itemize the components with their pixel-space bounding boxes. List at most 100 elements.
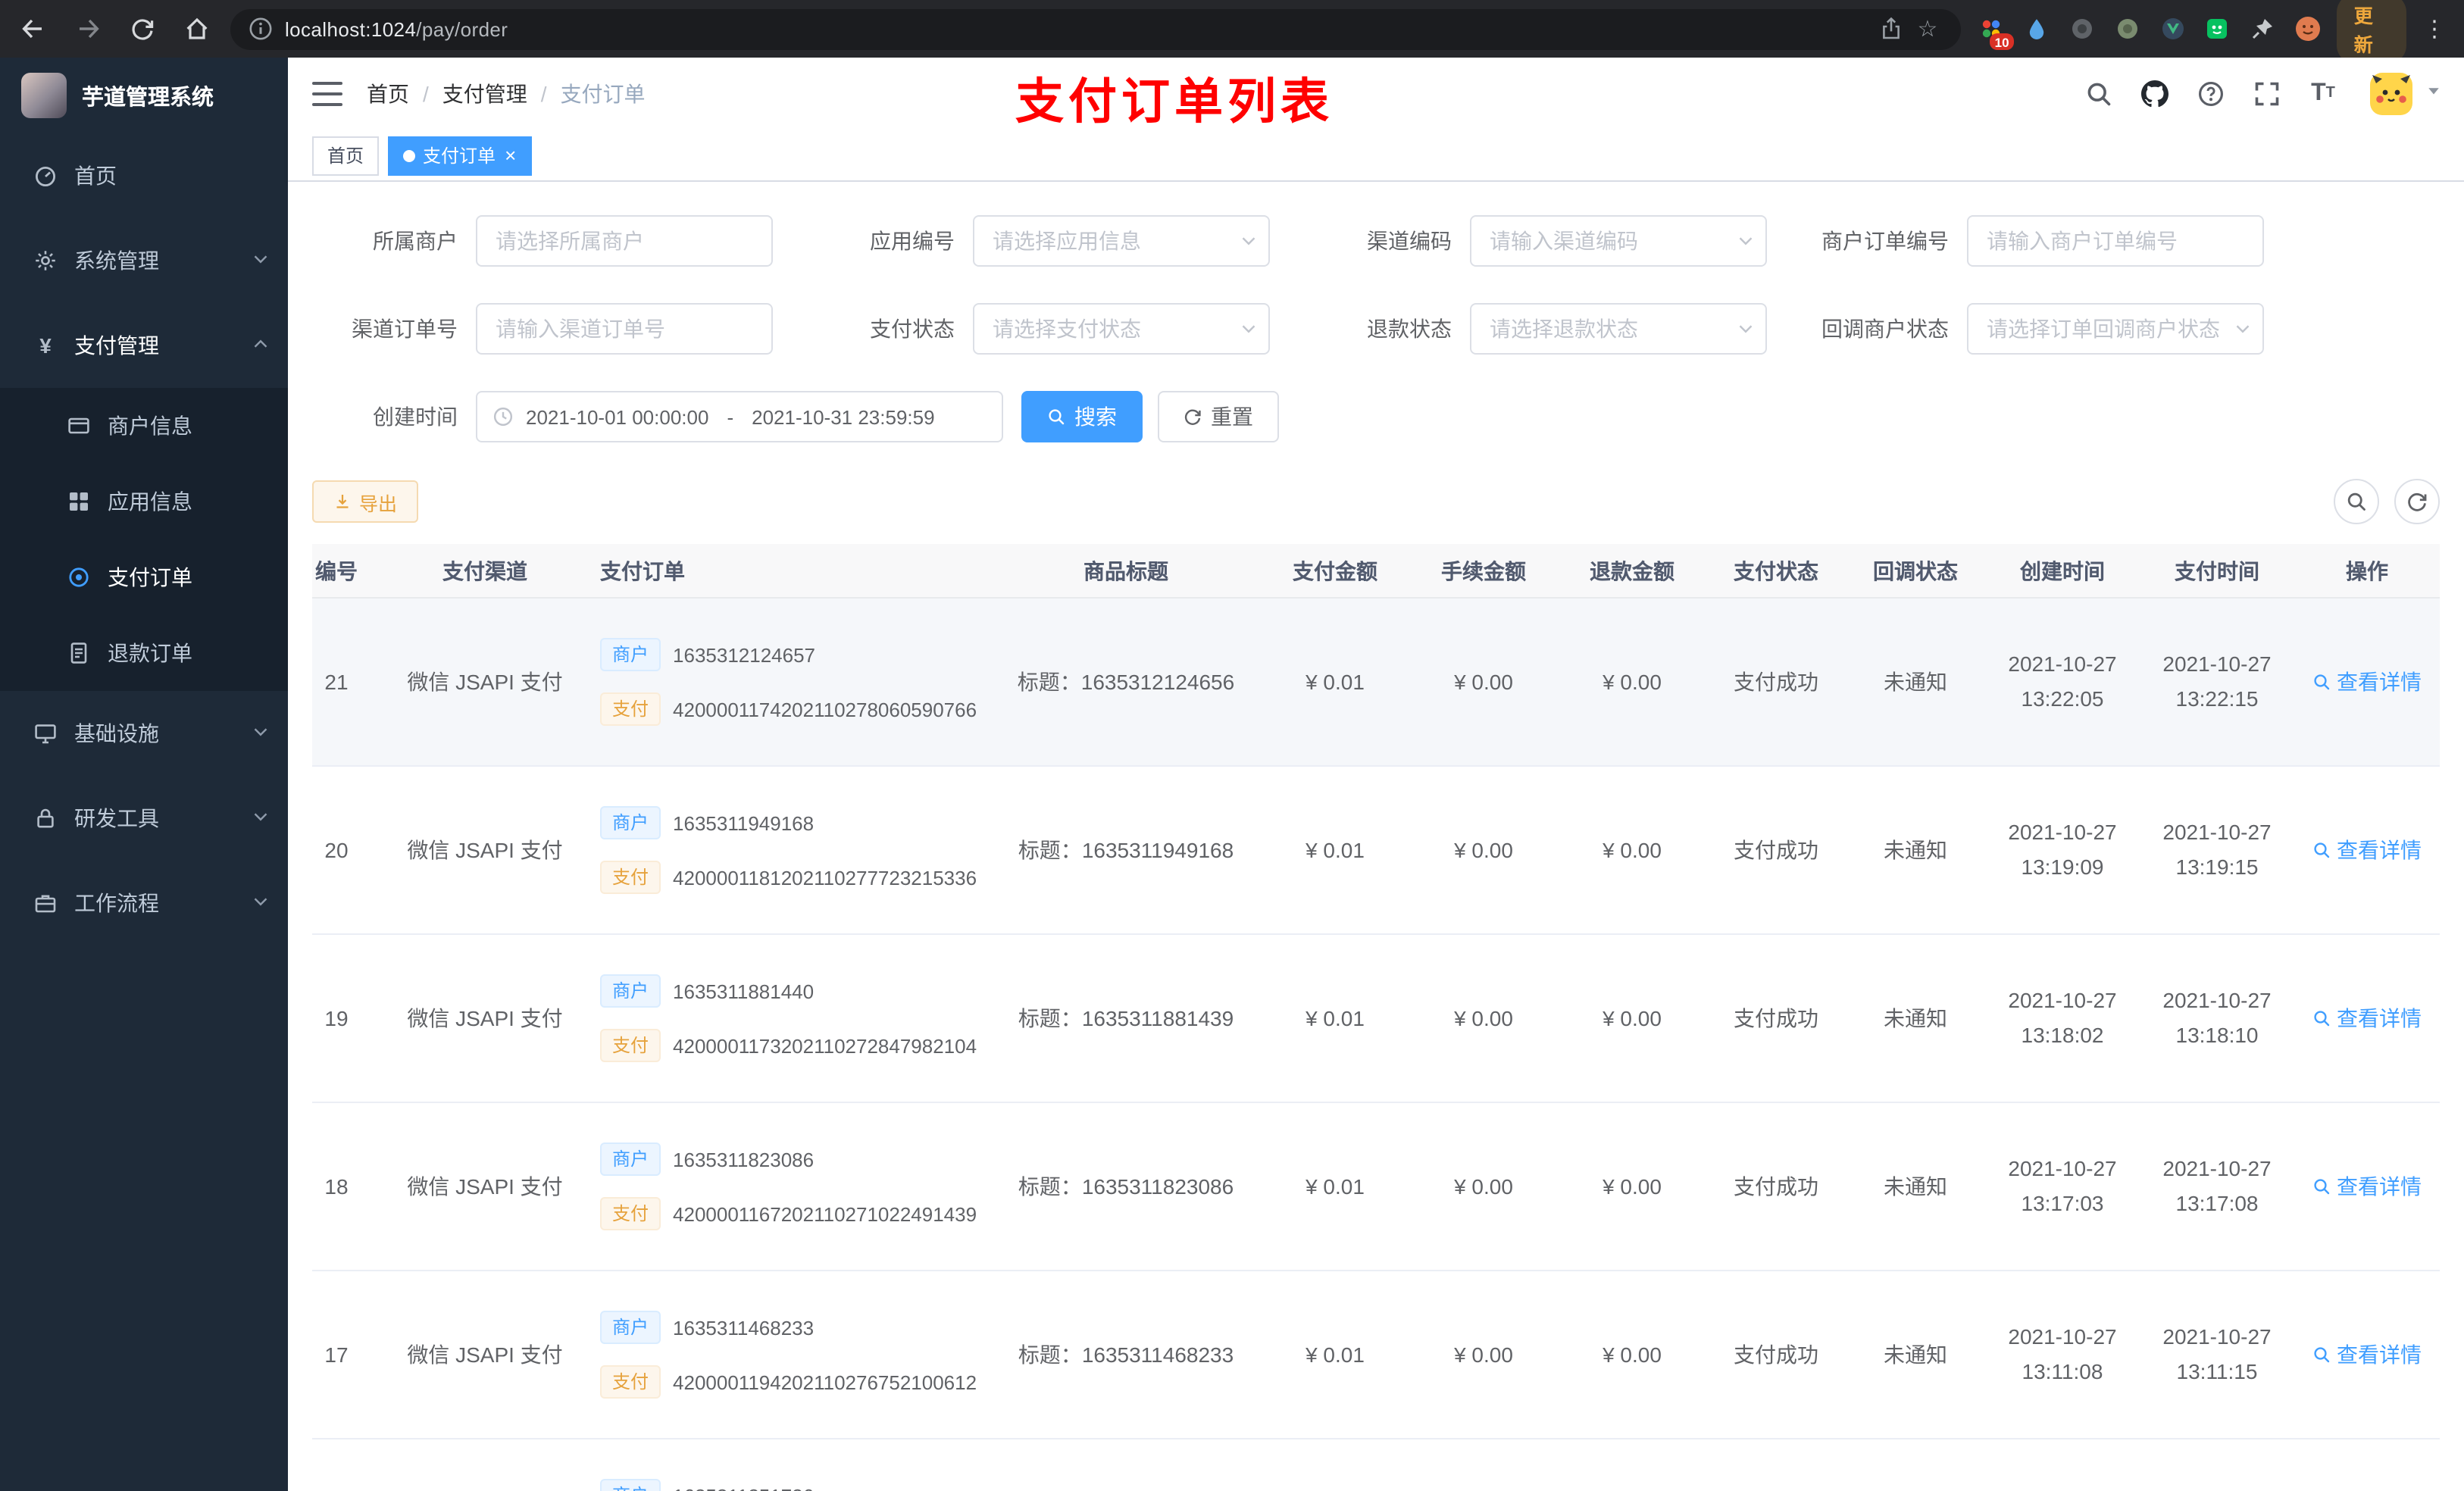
wechat-devtools-icon[interactable] bbox=[2202, 12, 2234, 45]
pay-tag: 支付 bbox=[600, 1365, 661, 1399]
sidebar-item-home[interactable]: 首页 bbox=[0, 133, 288, 218]
table-row[interactable]: 17 微信 JSAPI 支付 商户 1635311468233 支付 42000… bbox=[312, 1271, 2440, 1439]
view-detail-link[interactable]: 查看详情 bbox=[2312, 835, 2422, 865]
breadcrumb-current: 支付订单 bbox=[560, 82, 646, 106]
tab-home[interactable]: 首页 bbox=[312, 136, 380, 175]
screen: localhost:1024/pay/order ☆ 10 更新 ⋮ 芋道管理系… bbox=[0, 0, 2464, 1491]
share-icon[interactable] bbox=[1873, 11, 1909, 47]
breadcrumb-home[interactable]: 首页 bbox=[367, 79, 409, 109]
extension-olive-icon[interactable] bbox=[2112, 12, 2143, 45]
pay-tag: 支付 bbox=[600, 692, 661, 726]
app-logo bbox=[21, 73, 67, 118]
browser-reload-button[interactable] bbox=[121, 8, 164, 50]
search-icon bbox=[2312, 1009, 2331, 1027]
cell-pay-order: 商户 1635311823086 支付 42000011672021102710… bbox=[588, 1142, 991, 1230]
filter-input[interactable] bbox=[973, 303, 1270, 355]
filter-input[interactable] bbox=[1470, 215, 1767, 267]
view-detail-link[interactable]: 查看详情 bbox=[2312, 1003, 2422, 1033]
pin-extension-icon[interactable] bbox=[2247, 12, 2279, 45]
view-detail-link[interactable]: 查看详情 bbox=[2312, 1339, 2422, 1370]
search-icon[interactable] bbox=[2076, 71, 2122, 117]
cell-order-id: 17 bbox=[324, 1343, 349, 1367]
extension-gray-icon[interactable] bbox=[2066, 12, 2098, 45]
pay-tag: 支付 bbox=[600, 1029, 661, 1062]
table-row[interactable]: 19 微信 JSAPI 支付 商户 1635311881440 支付 42000… bbox=[312, 935, 2440, 1103]
cell-fee-amount: ¥ 0.00 bbox=[1454, 1174, 1513, 1199]
toggle-search-button[interactable] bbox=[2334, 479, 2379, 524]
font-size-icon[interactable]: TT bbox=[2300, 71, 2346, 117]
filter-input[interactable] bbox=[476, 303, 773, 355]
extension-drop-icon[interactable] bbox=[2022, 12, 2053, 45]
pay-tag: 支付 bbox=[600, 1197, 661, 1230]
document-icon bbox=[67, 641, 91, 665]
channel-order-no: 4200001194202110276752100612 bbox=[673, 1371, 977, 1393]
col-pay-order: 支付订单 bbox=[600, 558, 685, 583]
github-icon[interactable] bbox=[2132, 71, 2178, 117]
chevron-down-icon bbox=[252, 721, 270, 746]
create-time-range-picker[interactable]: 2021-10-01 00:00:00 - 2021-10-31 23:59:5… bbox=[476, 391, 1003, 442]
sidebar-item-system[interactable]: 系统管理 bbox=[0, 218, 288, 303]
chevron-up-icon bbox=[252, 333, 270, 358]
export-button[interactable]: 导出 bbox=[312, 480, 419, 523]
filter-label: 回调商户状态 bbox=[1821, 317, 1949, 341]
filter-label: 所属商户 bbox=[373, 229, 458, 253]
close-tab-icon[interactable]: × bbox=[505, 145, 516, 165]
vue-devtools-icon[interactable] bbox=[2156, 12, 2188, 45]
refresh-table-button[interactable] bbox=[2394, 479, 2440, 524]
sidebar-item-merchant-info[interactable]: 商户信息 bbox=[0, 388, 288, 464]
reset-button[interactable]: 重置 bbox=[1158, 391, 1279, 442]
browser-home-button[interactable] bbox=[176, 8, 218, 50]
sidebar-item-devtools[interactable]: 研发工具 bbox=[0, 776, 288, 861]
view-detail-link[interactable]: 查看详情 bbox=[2312, 667, 2422, 697]
sidebar-item-app-info[interactable]: 应用信息 bbox=[0, 464, 288, 539]
chrome-update-button[interactable]: 更新 bbox=[2337, 0, 2406, 64]
orders-table: 编号 支付渠道 支付订单 商品标题 支付金额 手续金额 退款金额 支付状态 回调… bbox=[312, 544, 2440, 1491]
browser-address-bar[interactable]: localhost:1024/pay/order ☆ bbox=[230, 8, 1961, 49]
table-row[interactable]: 16 商户 1635311251726 支付 bbox=[312, 1439, 2440, 1491]
sidebar-item-payment[interactable]: ¥ 支付管理 bbox=[0, 303, 288, 388]
filter-input[interactable] bbox=[1470, 303, 1767, 355]
bookmark-star-icon[interactable]: ☆ bbox=[1909, 11, 1946, 47]
cell-pay-channel: 微信 JSAPI 支付 bbox=[407, 1174, 563, 1199]
sidebar-item-pay-order[interactable]: 支付订单 bbox=[0, 539, 288, 615]
col-create-time: 创建时间 bbox=[2020, 558, 2105, 583]
site-info-icon[interactable] bbox=[249, 17, 273, 41]
chevron-down-icon bbox=[1240, 320, 1258, 338]
filter-form: 所属商户 应用编号 bbox=[312, 215, 2440, 442]
browser-menu-icon[interactable]: ⋮ bbox=[2420, 15, 2449, 42]
view-detail-link[interactable]: 查看详情 bbox=[2312, 1171, 2422, 1202]
cell-fee-amount: ¥ 0.00 bbox=[1454, 838, 1513, 862]
sidebar-item-infra[interactable]: 基础设施 bbox=[0, 691, 288, 776]
filter-input[interactable] bbox=[1967, 215, 2264, 267]
cell-goods-title: 标题： 1635311823086 bbox=[1018, 1174, 1234, 1199]
tab-pay-order[interactable]: 支付订单 × bbox=[388, 136, 532, 175]
profile-avatar-icon[interactable] bbox=[2292, 12, 2324, 45]
filter-input[interactable] bbox=[1967, 303, 2264, 355]
chevron-down-icon bbox=[1737, 320, 1755, 338]
help-icon[interactable] bbox=[2188, 71, 2234, 117]
search-button[interactable]: 搜索 bbox=[1021, 391, 1143, 442]
app-logo-row[interactable]: 芋道管理系统 bbox=[0, 58, 288, 133]
sidebar-item-workflow[interactable]: 工作流程 bbox=[0, 861, 288, 946]
sidebar-item-refund-order[interactable]: 退款订单 bbox=[0, 615, 288, 691]
browser-back-button[interactable] bbox=[12, 8, 55, 50]
table-row[interactable]: 18 微信 JSAPI 支付 商户 1635311823086 支付 42000… bbox=[312, 1103, 2440, 1271]
extension-badge: 10 bbox=[1990, 33, 2014, 50]
merchant-tag: 商户 bbox=[600, 1479, 661, 1491]
extension-colorful-icon[interactable]: 10 bbox=[1976, 12, 2014, 50]
browser-forward-button[interactable] bbox=[67, 8, 109, 50]
filter-input[interactable] bbox=[476, 215, 773, 267]
cell-goods-title: 标题： 1635311468233 bbox=[1018, 1343, 1234, 1367]
table-row[interactable]: 20 微信 JSAPI 支付 商户 1635311949168 支付 42000… bbox=[312, 767, 2440, 935]
cell-pay-channel: 微信 JSAPI 支付 bbox=[407, 670, 563, 694]
caret-down-icon bbox=[2425, 80, 2443, 108]
cell-pay-amount: ¥ 0.01 bbox=[1305, 1006, 1365, 1030]
fullscreen-icon[interactable] bbox=[2244, 71, 2290, 117]
hamburger-icon[interactable] bbox=[312, 82, 342, 106]
filter-input[interactable] bbox=[973, 215, 1270, 267]
user-menu[interactable] bbox=[2369, 71, 2443, 117]
cell-refund-amount: ¥ 0.00 bbox=[1603, 838, 1662, 862]
table-row[interactable]: 21 微信 JSAPI 支付 商户 1635312124657 支付 42000… bbox=[312, 599, 2440, 767]
cell-pay-channel: 微信 JSAPI 支付 bbox=[407, 838, 563, 862]
browser-toolbar: localhost:1024/pay/order ☆ 10 更新 ⋮ bbox=[0, 0, 2464, 64]
